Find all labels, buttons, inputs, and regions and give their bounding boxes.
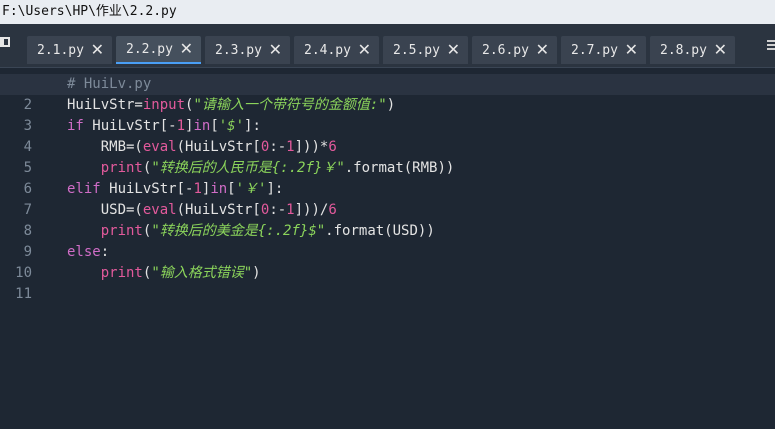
code-line[interactable]: # HuiLv.py: [0, 74, 775, 95]
line-number[interactable]: 3: [0, 116, 32, 137]
close-icon[interactable]: ✕: [625, 42, 638, 58]
line-number[interactable]: 6: [0, 179, 32, 200]
close-icon[interactable]: ✕: [358, 42, 371, 58]
tab-2-8[interactable]: 2.8.py ✕: [650, 36, 735, 64]
tab-2-4[interactable]: 2.4.py ✕: [294, 36, 379, 64]
window-title-path: F:\Users\HP\作业\2.2.py: [0, 0, 775, 24]
line-number[interactable]: 10: [0, 263, 32, 284]
code-editor[interactable]: 1 2 3 4 5 6 7 8 9 10 11 # HuiLv.pyHuiLvS…: [0, 74, 775, 429]
sidebar-toggle-icon[interactable]: [0, 36, 14, 50]
close-icon[interactable]: ✕: [714, 42, 727, 58]
line-number[interactable]: 2: [0, 95, 32, 116]
close-icon[interactable]: ✕: [180, 41, 193, 57]
tab-label: 2.2.py: [126, 41, 173, 57]
tab-2-1[interactable]: 2.1.py ✕: [27, 36, 112, 64]
tab-label: 2.5.py: [393, 42, 440, 58]
tab-label: 2.7.py: [571, 42, 618, 58]
tab-2-3[interactable]: 2.3.py ✕: [205, 36, 290, 64]
line-number-gutter[interactable]: 1 2 3 4 5 6 7 8 9 10 11: [0, 74, 50, 305]
code-line[interactable]: HuiLvStr=input("请输入一个带符号的金额值:"): [67, 95, 775, 116]
code-line[interactable]: print("输入格式错误"): [67, 263, 775, 284]
tab-label: 2.8.py: [660, 42, 707, 58]
line-number[interactable]: 7: [0, 200, 32, 221]
tab-label: 2.3.py: [215, 42, 262, 58]
tab-2-7[interactable]: 2.7.py ✕: [561, 36, 646, 64]
line-number[interactable]: 5: [0, 158, 32, 179]
close-icon[interactable]: ✕: [536, 42, 549, 58]
code-line[interactable]: else:: [67, 242, 775, 263]
hamburger-menu-icon[interactable]: [767, 40, 775, 50]
close-icon[interactable]: ✕: [91, 42, 104, 58]
tab-2-5[interactable]: 2.5.py ✕: [383, 36, 468, 64]
tab-2-6[interactable]: 2.6.py ✕: [472, 36, 557, 64]
line-number[interactable]: 8: [0, 221, 32, 242]
tab-bar: 2.1.py ✕ 2.2.py ✕ 2.3.py ✕ 2.4.py ✕ 2.5.py ✕ …: [0, 24, 775, 68]
tab-label: 2.4.py: [304, 42, 351, 58]
tab-label: 2.6.py: [482, 42, 529, 58]
tab-2-2[interactable]: 2.2.py ✕: [116, 36, 201, 64]
close-icon[interactable]: ✕: [269, 42, 282, 58]
code-line[interactable]: [67, 284, 775, 305]
line-number[interactable]: 9: [0, 242, 32, 263]
line-number[interactable]: 4: [0, 137, 32, 158]
code-line[interactable]: print("转换后的人民币是{:.2f}￥".format(RMB)): [67, 158, 775, 179]
close-icon[interactable]: ✕: [447, 42, 460, 58]
line-number[interactable]: 11: [0, 284, 32, 305]
code-line[interactable]: elif HuiLvStr[-1]in['￥']:: [67, 179, 775, 200]
code-line[interactable]: print("转换后的美金是{:.2f}$".format(USD)): [67, 221, 775, 242]
tab-label: 2.1.py: [37, 42, 84, 58]
code-content[interactable]: # HuiLv.py HuiLvStr=input("请输入一个带符号的金额值:"…: [0, 74, 775, 305]
code-line[interactable]: if HuiLvStr[-1]in['$']:: [67, 116, 775, 137]
code-line[interactable]: USD=(eval(HuiLvStr[0:-1]))/6: [67, 200, 775, 221]
code-line[interactable]: RMB=(eval(HuiLvStr[0:-1]))*6: [67, 137, 775, 158]
tab-list: 2.1.py ✕ 2.2.py ✕ 2.3.py ✕ 2.4.py ✕ 2.5.py ✕ …: [27, 36, 735, 64]
